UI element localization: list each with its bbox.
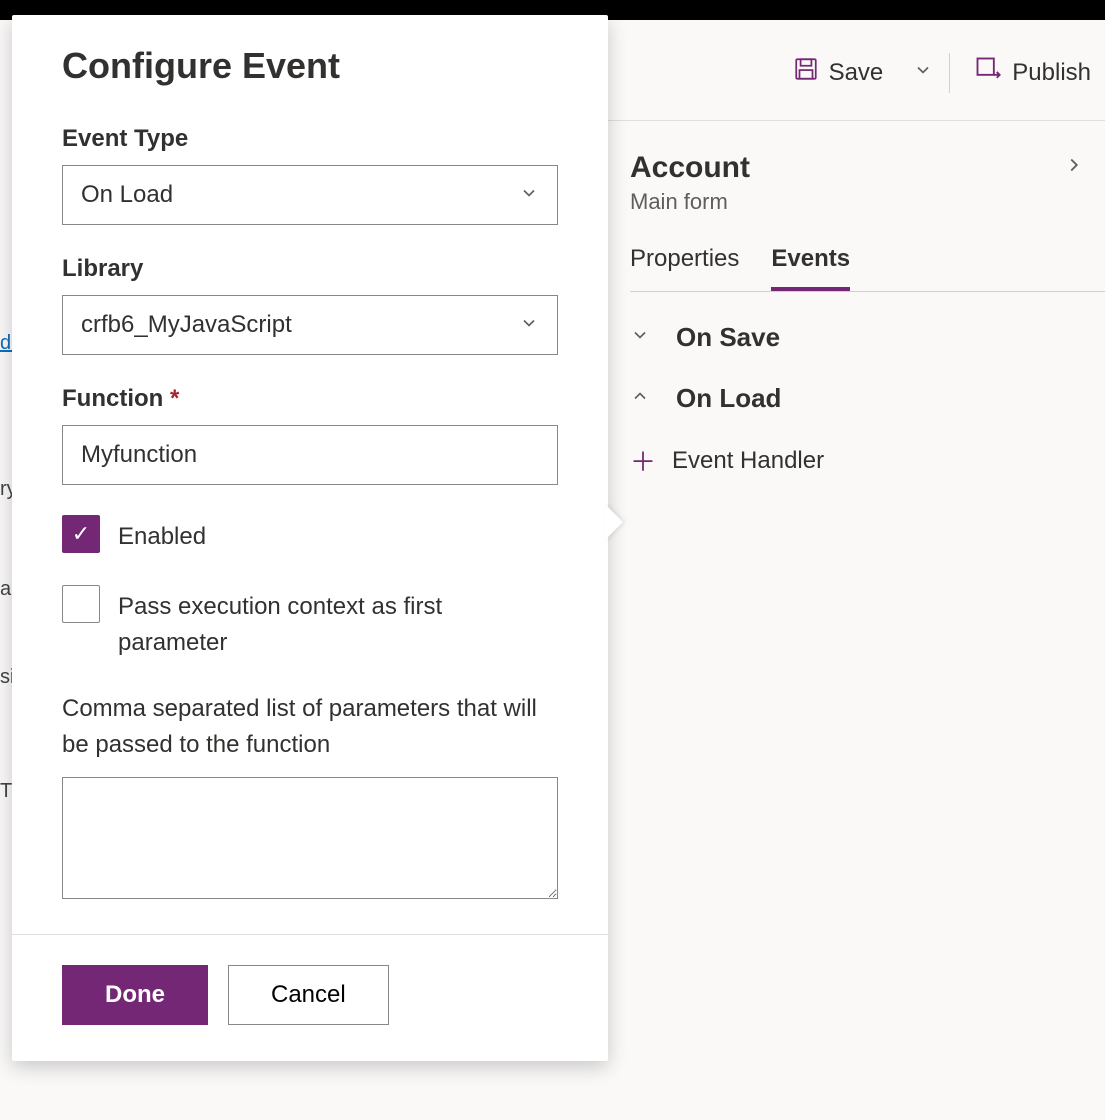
function-input[interactable]: Myfunction xyxy=(62,425,558,485)
tabs: Properties Events xyxy=(630,245,1105,292)
plus-icon: ＋ xyxy=(630,442,652,479)
dialog-title: Configure Event xyxy=(62,45,558,87)
entity-title: Account xyxy=(630,151,750,185)
parameters-input[interactable] xyxy=(62,777,558,899)
save-button[interactable]: Save xyxy=(779,46,898,99)
pass-context-label: Pass execution context as first paramete… xyxy=(118,585,558,661)
entity-subtitle: Main form xyxy=(630,189,750,215)
tab-events[interactable]: Events xyxy=(771,245,850,291)
publish-button[interactable]: Publish xyxy=(960,45,1105,100)
section-label: On Load xyxy=(676,383,781,414)
dialog-footer: Done Cancel xyxy=(12,934,608,1061)
collapse-panel-icon[interactable] xyxy=(1063,151,1085,183)
function-label: Function * xyxy=(62,385,558,413)
event-type-label: Event Type xyxy=(62,125,558,153)
chevron-up-icon xyxy=(630,386,652,411)
cancel-button[interactable]: Cancel xyxy=(228,965,389,1025)
right-panel: Account Main form Properties Events On S… xyxy=(608,120,1105,1120)
function-value: Myfunction xyxy=(81,441,197,469)
save-icon xyxy=(793,56,819,89)
pass-context-checkbox[interactable] xyxy=(62,585,100,623)
required-asterisk: * xyxy=(170,385,179,412)
chevron-down-icon xyxy=(913,59,933,87)
section-label: On Save xyxy=(676,322,780,353)
divider xyxy=(949,53,950,93)
library-value: crfb6_MyJavaScript xyxy=(81,311,292,339)
library-select[interactable]: crfb6_MyJavaScript xyxy=(62,295,558,355)
section-on-save[interactable]: On Save xyxy=(630,322,1105,353)
event-type-select[interactable]: On Load xyxy=(62,165,558,225)
parameters-label: Comma separated list of parameters that … xyxy=(62,691,558,763)
callout-arrow xyxy=(605,504,623,540)
tab-properties[interactable]: Properties xyxy=(630,245,739,291)
event-type-value: On Load xyxy=(81,181,173,209)
configure-event-dialog: Configure Event Event Type On Load Libra… xyxy=(12,15,608,1061)
publish-label: Publish xyxy=(1012,59,1091,87)
library-label: Library xyxy=(62,255,558,283)
chevron-down-icon xyxy=(519,313,539,338)
save-dropdown[interactable] xyxy=(907,49,939,97)
chevron-down-icon xyxy=(519,183,539,208)
add-handler-label: Event Handler xyxy=(672,447,824,475)
add-event-handler[interactable]: ＋ Event Handler xyxy=(630,442,1105,479)
done-button[interactable]: Done xyxy=(62,965,208,1025)
publish-icon xyxy=(974,55,1002,90)
chevron-down-icon xyxy=(630,325,652,350)
save-label: Save xyxy=(829,59,884,87)
enabled-label: Enabled xyxy=(118,515,206,555)
enabled-checkbox[interactable]: ✓ xyxy=(62,515,100,553)
command-bar: Save Publish xyxy=(779,30,1105,115)
section-on-load[interactable]: On Load xyxy=(630,383,1105,414)
